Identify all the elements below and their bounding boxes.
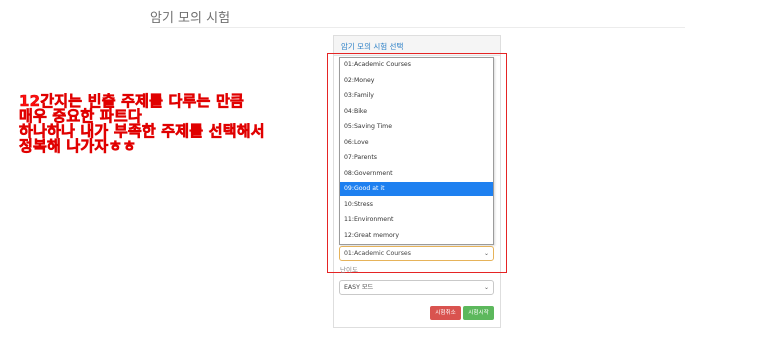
dropdown-option[interactable]: 02:Money xyxy=(340,74,493,88)
difficulty-label: 난이도 xyxy=(340,266,358,274)
dropdown-option[interactable]: 12:Great memory xyxy=(340,229,493,243)
dropdown-option[interactable]: 10:Stress xyxy=(340,198,493,212)
topic-select-value: 01:Academic Courses xyxy=(344,250,411,257)
dropdown-option-selected[interactable]: 09:Good at it xyxy=(340,182,493,196)
dropdown-option[interactable]: 07:Parents xyxy=(340,151,493,165)
annotation-line: 정복해 나가자ㅎㅎ xyxy=(19,137,137,155)
dropdown-option[interactable]: 05:Saving Time xyxy=(340,120,493,134)
dropdown-option[interactable]: 04:Bike xyxy=(340,105,493,119)
difficulty-select[interactable]: EASY 모드 ⌄ xyxy=(339,280,494,295)
dropdown-option[interactable]: 08:Government xyxy=(340,167,493,181)
panel-title: 암기 모의 시험 선택 xyxy=(341,42,404,51)
annotation-note: 12간지는 빈출 주제를 다루는 만큼 매우 중요한 파트다 하나하나 내가 부… xyxy=(19,93,329,155)
chevron-down-icon: ⌄ xyxy=(483,284,489,291)
dropdown-option[interactable]: 03:Family xyxy=(340,89,493,103)
start-exam-button[interactable]: 시험시작 xyxy=(463,306,494,320)
topic-select[interactable]: 01:Academic Courses ⌄ xyxy=(339,246,494,261)
cancel-exam-button[interactable]: 시험취소 xyxy=(430,306,461,320)
title-divider xyxy=(150,27,685,28)
dropdown-option[interactable]: 11:Environment xyxy=(340,213,493,227)
chevron-down-icon: ⌄ xyxy=(483,250,489,257)
difficulty-select-value: EASY 모드 xyxy=(344,284,374,291)
dropdown-option[interactable]: 06:Love xyxy=(340,136,493,150)
topic-dropdown-list[interactable]: 01:Academic Courses 02:Money 03:Family 0… xyxy=(339,57,494,245)
dropdown-option[interactable]: 01:Academic Courses xyxy=(340,58,493,72)
page-title: 암기 모의 시험 xyxy=(150,11,231,26)
